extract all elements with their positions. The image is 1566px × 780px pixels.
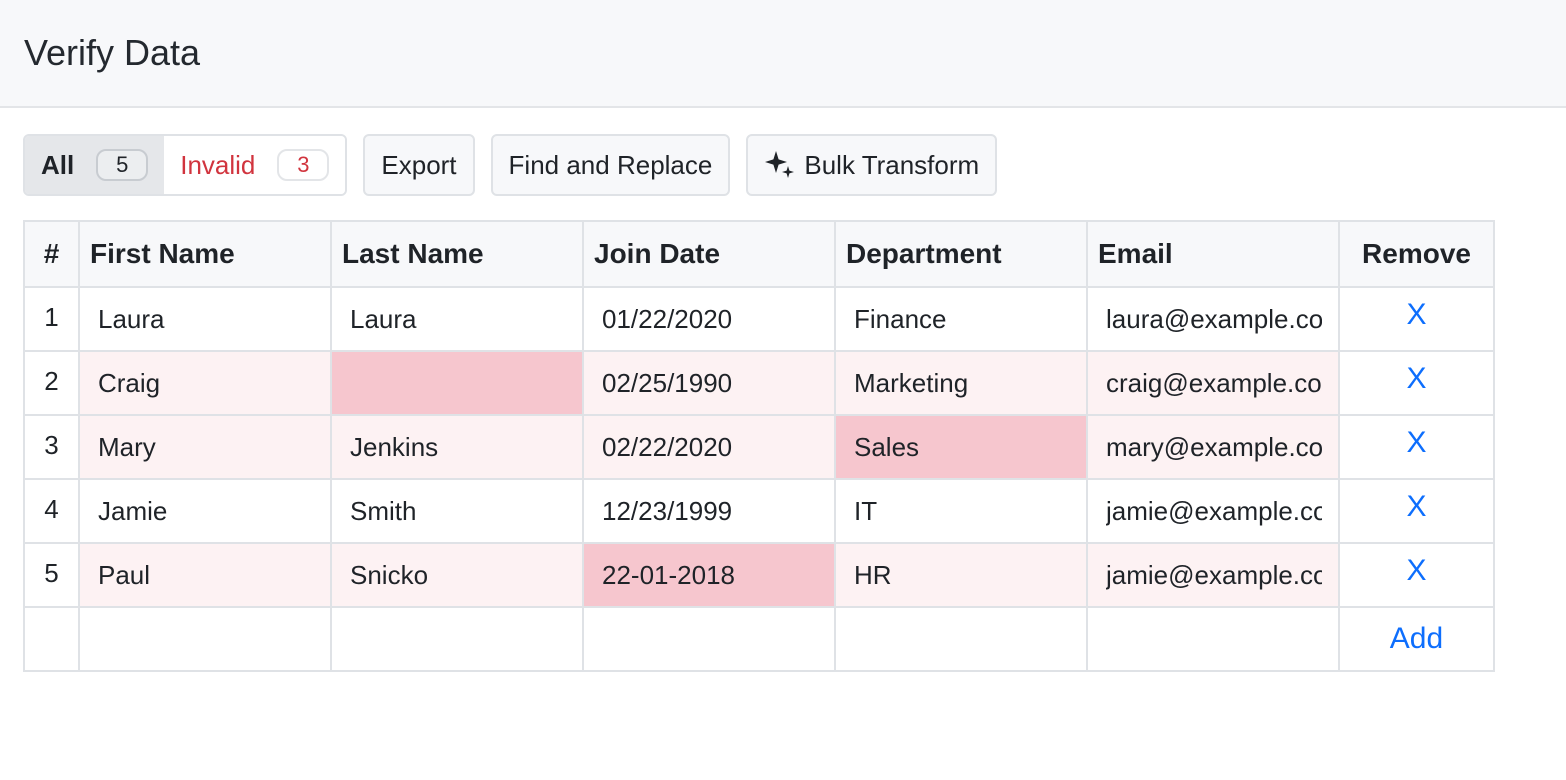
remove-cell: X bbox=[1338, 286, 1495, 352]
filter-invalid-count-badge: 3 bbox=[277, 149, 330, 181]
cell-first-name[interactable]: Craig bbox=[78, 350, 332, 416]
filter-segmented-control: All 5 Invalid 3 bbox=[23, 134, 348, 196]
cell-department[interactable]: Sales bbox=[834, 414, 1088, 480]
add-row: Add bbox=[23, 606, 1495, 672]
remove-cell: X bbox=[1338, 542, 1495, 608]
table-row: 2 Craig 02/25/1990 Marketing craig@examp… bbox=[23, 350, 1495, 416]
cell-last-name[interactable] bbox=[330, 350, 584, 416]
cell-last-name[interactable]: Laura bbox=[330, 286, 584, 352]
empty-cell bbox=[23, 606, 80, 672]
cell-department[interactable]: IT bbox=[834, 478, 1088, 544]
cell-department[interactable]: Finance bbox=[834, 286, 1088, 352]
header-first-name: First Name bbox=[78, 220, 332, 288]
row-number: 4 bbox=[23, 478, 80, 544]
bulk-transform-button[interactable]: Bulk Transform bbox=[746, 134, 998, 196]
empty-cell bbox=[1086, 606, 1340, 672]
empty-cell bbox=[330, 606, 584, 672]
cell-email[interactable]: jamie@example.com bbox=[1086, 542, 1340, 608]
filter-all-count-badge: 5 bbox=[96, 149, 149, 181]
row-number: 1 bbox=[23, 286, 80, 352]
remove-cell: X bbox=[1338, 350, 1495, 416]
cell-last-name[interactable]: Jenkins bbox=[330, 414, 584, 480]
cell-email-text: craig@example.com bbox=[1106, 367, 1322, 398]
sparkle-icon bbox=[765, 151, 795, 178]
filter-invalid-button[interactable]: Invalid 3 bbox=[164, 136, 346, 194]
row-number: 3 bbox=[23, 414, 80, 480]
remove-cell: X bbox=[1338, 414, 1495, 480]
cell-email[interactable]: craig@example.com bbox=[1086, 350, 1340, 416]
filter-all-label: All bbox=[41, 149, 75, 180]
table-row: 3 Mary Jenkins 02/22/2020 Sales mary@exa… bbox=[23, 414, 1495, 480]
cell-first-name[interactable]: Mary bbox=[78, 414, 332, 480]
cell-join-date[interactable]: 22-01-2018 bbox=[582, 542, 836, 608]
cell-email[interactable]: laura@example.com bbox=[1086, 286, 1340, 352]
remove-row-button[interactable]: X bbox=[1406, 554, 1426, 587]
cell-email-text: laura@example.com bbox=[1106, 303, 1322, 334]
bulk-transform-label: Bulk Transform bbox=[804, 149, 980, 180]
cell-email-text: jamie@example.com bbox=[1106, 495, 1322, 526]
export-button[interactable]: Export bbox=[363, 134, 475, 196]
cell-email-text: jamie@example.com bbox=[1106, 559, 1322, 590]
cell-join-date[interactable]: 02/22/2020 bbox=[582, 414, 836, 480]
row-number: 5 bbox=[23, 542, 80, 608]
remove-cell: X bbox=[1338, 478, 1495, 544]
row-number: 2 bbox=[23, 350, 80, 416]
page-title: Verify Data bbox=[24, 32, 201, 73]
empty-cell bbox=[582, 606, 836, 672]
header-email: Email bbox=[1086, 220, 1340, 288]
cell-department[interactable]: HR bbox=[834, 542, 1088, 608]
table-row: 5 Paul Snicko 22-01-2018 HR jamie@exampl… bbox=[23, 542, 1495, 608]
add-cell: Add bbox=[1338, 606, 1495, 672]
cell-last-name[interactable]: Smith bbox=[330, 478, 584, 544]
table-header-row: # First Name Last Name Join Date Departm… bbox=[23, 220, 1495, 288]
cell-last-name[interactable]: Snicko bbox=[330, 542, 584, 608]
cell-first-name[interactable]: Jamie bbox=[78, 478, 332, 544]
remove-row-button[interactable]: X bbox=[1406, 490, 1426, 523]
add-row-button[interactable]: Add bbox=[1390, 622, 1443, 655]
cell-email[interactable]: jamie@example.com bbox=[1086, 478, 1340, 544]
cell-department[interactable]: Marketing bbox=[834, 350, 1088, 416]
find-and-replace-button[interactable]: Find and Replace bbox=[490, 134, 731, 196]
cell-email-text: mary@example.com bbox=[1106, 431, 1322, 462]
cell-email[interactable]: mary@example.com bbox=[1086, 414, 1340, 480]
header-join-date: Join Date bbox=[582, 220, 836, 288]
table-row: 1 Laura Laura 01/22/2020 Finance laura@e… bbox=[23, 286, 1495, 352]
empty-cell bbox=[78, 606, 332, 672]
data-table: # First Name Last Name Join Date Departm… bbox=[23, 220, 1495, 672]
cell-join-date[interactable]: 12/23/1999 bbox=[582, 478, 836, 544]
cell-join-date[interactable]: 01/22/2020 bbox=[582, 286, 836, 352]
header-number: # bbox=[23, 220, 80, 288]
table-row: 4 Jamie Smith 12/23/1999 IT jamie@exampl… bbox=[23, 478, 1495, 544]
cell-join-date[interactable]: 02/25/1990 bbox=[582, 350, 836, 416]
page-header: Verify Data bbox=[0, 0, 1566, 108]
filter-invalid-label: Invalid bbox=[180, 149, 256, 180]
cell-first-name[interactable]: Laura bbox=[78, 286, 332, 352]
filter-all-button[interactable]: All 5 bbox=[25, 136, 165, 194]
empty-cell bbox=[834, 606, 1088, 672]
remove-row-button[interactable]: X bbox=[1406, 362, 1426, 395]
cell-first-name[interactable]: Paul bbox=[78, 542, 332, 608]
header-department: Department bbox=[834, 220, 1088, 288]
toolbar: All 5 Invalid 3 Export Find and Replace … bbox=[23, 134, 1013, 196]
remove-row-button[interactable]: X bbox=[1406, 298, 1426, 331]
header-remove: Remove bbox=[1338, 220, 1495, 288]
remove-row-button[interactable]: X bbox=[1406, 426, 1426, 459]
header-last-name: Last Name bbox=[330, 220, 584, 288]
